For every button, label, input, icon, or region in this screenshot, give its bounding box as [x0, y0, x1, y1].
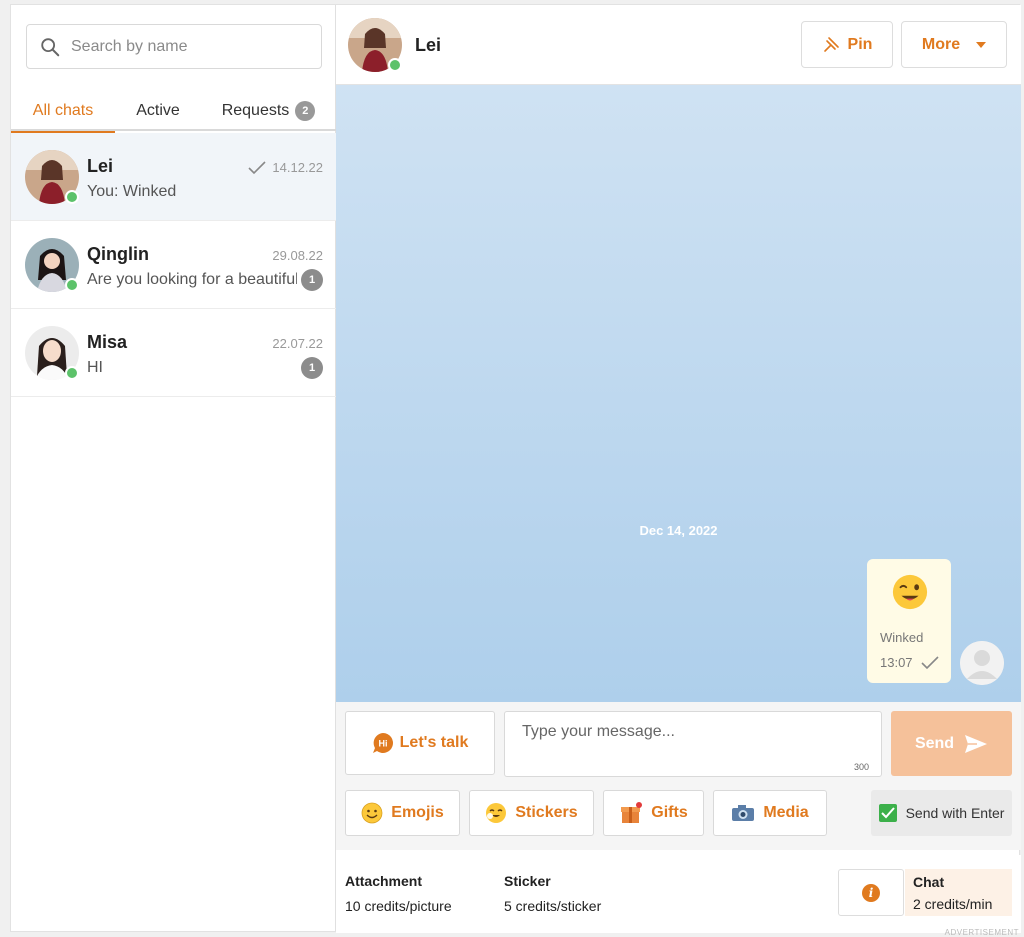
checkmark-icon	[880, 807, 895, 819]
read-check-icon	[248, 160, 266, 174]
send-label: Send	[914, 734, 955, 752]
emoji-icon	[361, 802, 383, 824]
unread-count-badge: 1	[301, 357, 323, 379]
tab-label: Active	[136, 102, 180, 119]
requests-count-badge: 2	[295, 101, 316, 121]
send-arrow-icon	[965, 734, 988, 753]
chat-item-lei[interactable]: Lei 14.12.22 You: Winked	[11, 133, 336, 221]
chat-name: Lei	[87, 156, 114, 176]
conversation-panel: Lei Pin More Dec 14, 2022 Winked 13:07 H…	[336, 5, 1021, 937]
sent-check-icon	[920, 655, 939, 669]
online-indicator	[65, 366, 79, 380]
message-label: Winked	[880, 630, 924, 645]
chat-list: Lei 14.12.22 You: Winked Qinglin 29.08.2…	[11, 133, 336, 397]
pricing-bar: Attachment 10 credits/picture Sticker 5 …	[336, 855, 1021, 937]
attachment-price-value: 10 credits/picture	[345, 898, 452, 914]
chat-price-value: 2 credits/min	[913, 896, 993, 912]
search-input[interactable]	[71, 37, 321, 56]
chat-price-title: Chat	[913, 874, 945, 890]
hi-bubble-icon: Hi	[372, 733, 393, 753]
sticker-price-value: 5 credits/sticker	[504, 898, 602, 914]
message-time-text: 13:07	[880, 655, 913, 670]
lets-talk-button[interactable]: Hi Let's talk	[345, 711, 495, 775]
info-icon: i	[862, 883, 880, 902]
message-bubble[interactable]: Winked 13:07	[867, 559, 951, 683]
chat-tabs: All chats Active Requests 2	[11, 91, 336, 133]
conversation-header: Lei Pin More	[336, 5, 1021, 85]
chat-name: Qinglin	[87, 244, 149, 264]
gifts-label: Gifts	[651, 804, 688, 821]
chat-preview: You: Winked	[87, 183, 177, 200]
message-area[interactable]: Dec 14, 2022 Winked 13:07	[336, 85, 1021, 702]
tab-label: Requests	[221, 102, 290, 119]
gifts-button[interactable]: Gifts	[603, 790, 704, 836]
sidebar: All chats Active Requests 2	[11, 5, 336, 931]
caret-down-icon	[976, 41, 987, 48]
sticker-price: Sticker 5 credits/sticker	[504, 873, 601, 914]
emojis-label: Emojis	[391, 804, 444, 821]
chat-price: Chat 2 credits/min	[905, 869, 1012, 916]
lets-talk-label: Let's talk	[399, 734, 469, 751]
char-counter: 300	[853, 762, 869, 772]
stickers-button[interactable]: Stickers	[469, 790, 594, 836]
message-input[interactable]	[505, 712, 881, 776]
pin-button[interactable]: Pin	[801, 21, 893, 68]
camera-icon	[732, 805, 755, 821]
tab-requests[interactable]: Requests 2	[201, 91, 336, 131]
chat-name: Misa	[87, 332, 128, 352]
chat-date: 14.12.22	[248, 160, 323, 175]
header-avatar[interactable]	[348, 18, 402, 72]
send-with-enter-checkbox[interactable]	[878, 804, 897, 822]
tab-active[interactable]: Active	[115, 91, 201, 131]
more-label: More	[921, 35, 961, 53]
pin-label: Pin	[847, 35, 873, 53]
svg-text:Hi: Hi	[378, 739, 387, 749]
search-icon	[41, 37, 60, 56]
online-indicator	[65, 190, 79, 204]
emojis-button[interactable]: Emojis	[345, 790, 460, 836]
message-time: 13:07	[880, 655, 939, 670]
avatar	[25, 238, 79, 292]
message-input-box[interactable]: 300	[504, 711, 882, 777]
my-avatar	[960, 641, 1004, 685]
online-indicator	[388, 58, 402, 72]
send-with-enter-toggle[interactable]: Send with Enter	[871, 790, 1012, 836]
more-button[interactable]: More	[901, 21, 1007, 68]
online-indicator	[65, 278, 79, 292]
date-separator: Dec 14, 2022	[639, 523, 718, 538]
tab-label: All chats	[32, 102, 94, 119]
chat-preview: HI	[87, 359, 103, 376]
pin-icon	[823, 36, 839, 52]
media-label: Media	[763, 804, 809, 821]
pricing-info-button[interactable]: i	[838, 869, 904, 916]
sticker-icon	[486, 803, 507, 823]
tab-all-chats[interactable]: All chats	[11, 91, 115, 133]
chat-item-qinglin[interactable]: Qinglin 29.08.22 Are you looking for a b…	[11, 221, 336, 309]
chat-app: All chats Active Requests 2	[10, 4, 1021, 937]
send-button[interactable]: Send	[891, 711, 1012, 776]
wink-emoji-icon	[892, 574, 928, 610]
attachment-price: Attachment 10 credits/picture	[345, 873, 452, 914]
chat-date: 29.08.22	[272, 248, 323, 263]
chat-preview: Are you looking for a beautiful	[87, 271, 297, 288]
unread-count-badge: 1	[301, 269, 323, 291]
search-box[interactable]	[26, 24, 322, 69]
media-button[interactable]: Media	[713, 790, 827, 836]
stickers-label: Stickers	[515, 804, 578, 821]
contact-name[interactable]: Lei	[415, 35, 441, 56]
chat-item-misa[interactable]: Misa 22.07.22 HI 1	[11, 309, 336, 397]
chat-date: 22.07.22	[272, 336, 323, 351]
send-with-enter-label: Send with Enter	[905, 805, 1005, 821]
gift-icon	[621, 802, 643, 823]
composer: Hi Let's talk 300 Send	[336, 702, 1021, 850]
chat-date-text: 14.12.22	[272, 160, 323, 175]
avatar	[25, 150, 79, 204]
sticker-title: Sticker	[504, 873, 551, 889]
attachment-title: Attachment	[345, 873, 423, 889]
avatar	[25, 326, 79, 380]
